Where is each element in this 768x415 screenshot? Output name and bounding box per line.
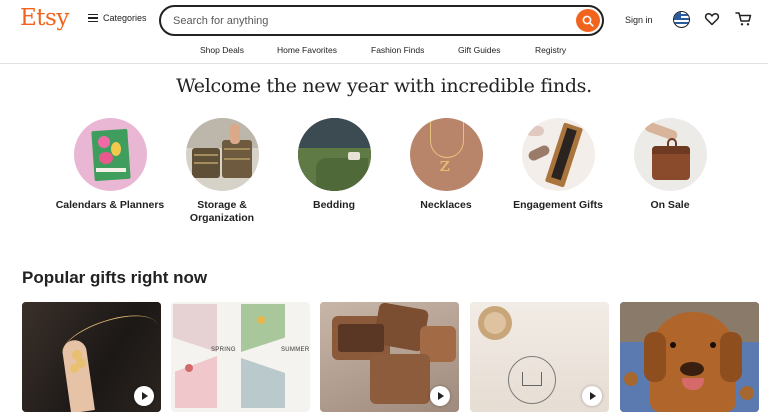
search-input[interactable] [173, 13, 563, 29]
play-icon[interactable] [582, 386, 602, 406]
play-icon[interactable] [430, 386, 450, 406]
category-engagement-gifts[interactable]: Engagement Gifts [503, 118, 613, 212]
category-calendars-planners[interactable]: Calendars & Planners [55, 118, 165, 212]
subnav-home-favorites[interactable]: Home Favorites [277, 45, 337, 55]
hero-title: Welcome the new year with incredible fin… [176, 75, 592, 97]
sub-navigation: Shop Deals Home Favorites Fashion Finds … [0, 42, 768, 64]
category-label: Engagement Gifts [513, 199, 603, 211]
category-image [633, 118, 707, 191]
category-storage-organization[interactable]: Storage & Organization [167, 118, 277, 225]
subnav-shop-deals[interactable]: Shop Deals [200, 45, 244, 55]
sign-in-link[interactable]: Sign in [625, 15, 653, 25]
search-bar [159, 5, 604, 36]
product-card[interactable]: SPRING SUMMER [171, 302, 310, 412]
category-label: Calendars & Planners [55, 199, 165, 211]
cart-icon[interactable] [735, 11, 752, 27]
categories-button[interactable]: Categories [88, 13, 147, 23]
category-label: Necklaces [420, 199, 472, 211]
globe-icon[interactable] [673, 11, 690, 28]
category-necklaces[interactable]: z Necklaces [391, 118, 501, 212]
subnav-fashion-finds[interactable]: Fashion Finds [371, 45, 424, 55]
product-card[interactable] [470, 302, 609, 412]
category-image [185, 118, 259, 191]
product-card[interactable] [620, 302, 759, 412]
category-label: On Sale [650, 199, 690, 211]
etsy-logo[interactable]: Etsy [20, 5, 69, 31]
product-card[interactable] [320, 302, 459, 412]
search-button[interactable] [576, 9, 600, 32]
subnav-registry[interactable]: Registry [535, 45, 566, 55]
subnav-gift-guides[interactable]: Gift Guides [458, 45, 501, 55]
category-image: z [409, 118, 483, 191]
popular-section-title: Popular gifts right now [22, 268, 208, 287]
header: Etsy Categories Sign in [0, 0, 768, 42]
category-image [521, 118, 595, 191]
heart-icon[interactable] [704, 11, 720, 27]
product-card[interactable] [22, 302, 161, 412]
category-bedding[interactable]: Bedding [279, 118, 389, 212]
category-label: Bedding [313, 199, 355, 211]
categories-label: Categories [103, 13, 147, 23]
category-label: Storage & Organization [189, 199, 255, 224]
bookmark-label-summer: SUMMER [281, 347, 310, 353]
bookmark-label-spring: SPRING [211, 347, 236, 353]
search-icon [582, 15, 594, 27]
category-image [297, 118, 371, 191]
hamburger-icon [88, 14, 98, 22]
category-on-sale[interactable]: On Sale [615, 118, 725, 212]
category-image [73, 118, 147, 191]
play-icon[interactable] [134, 386, 154, 406]
